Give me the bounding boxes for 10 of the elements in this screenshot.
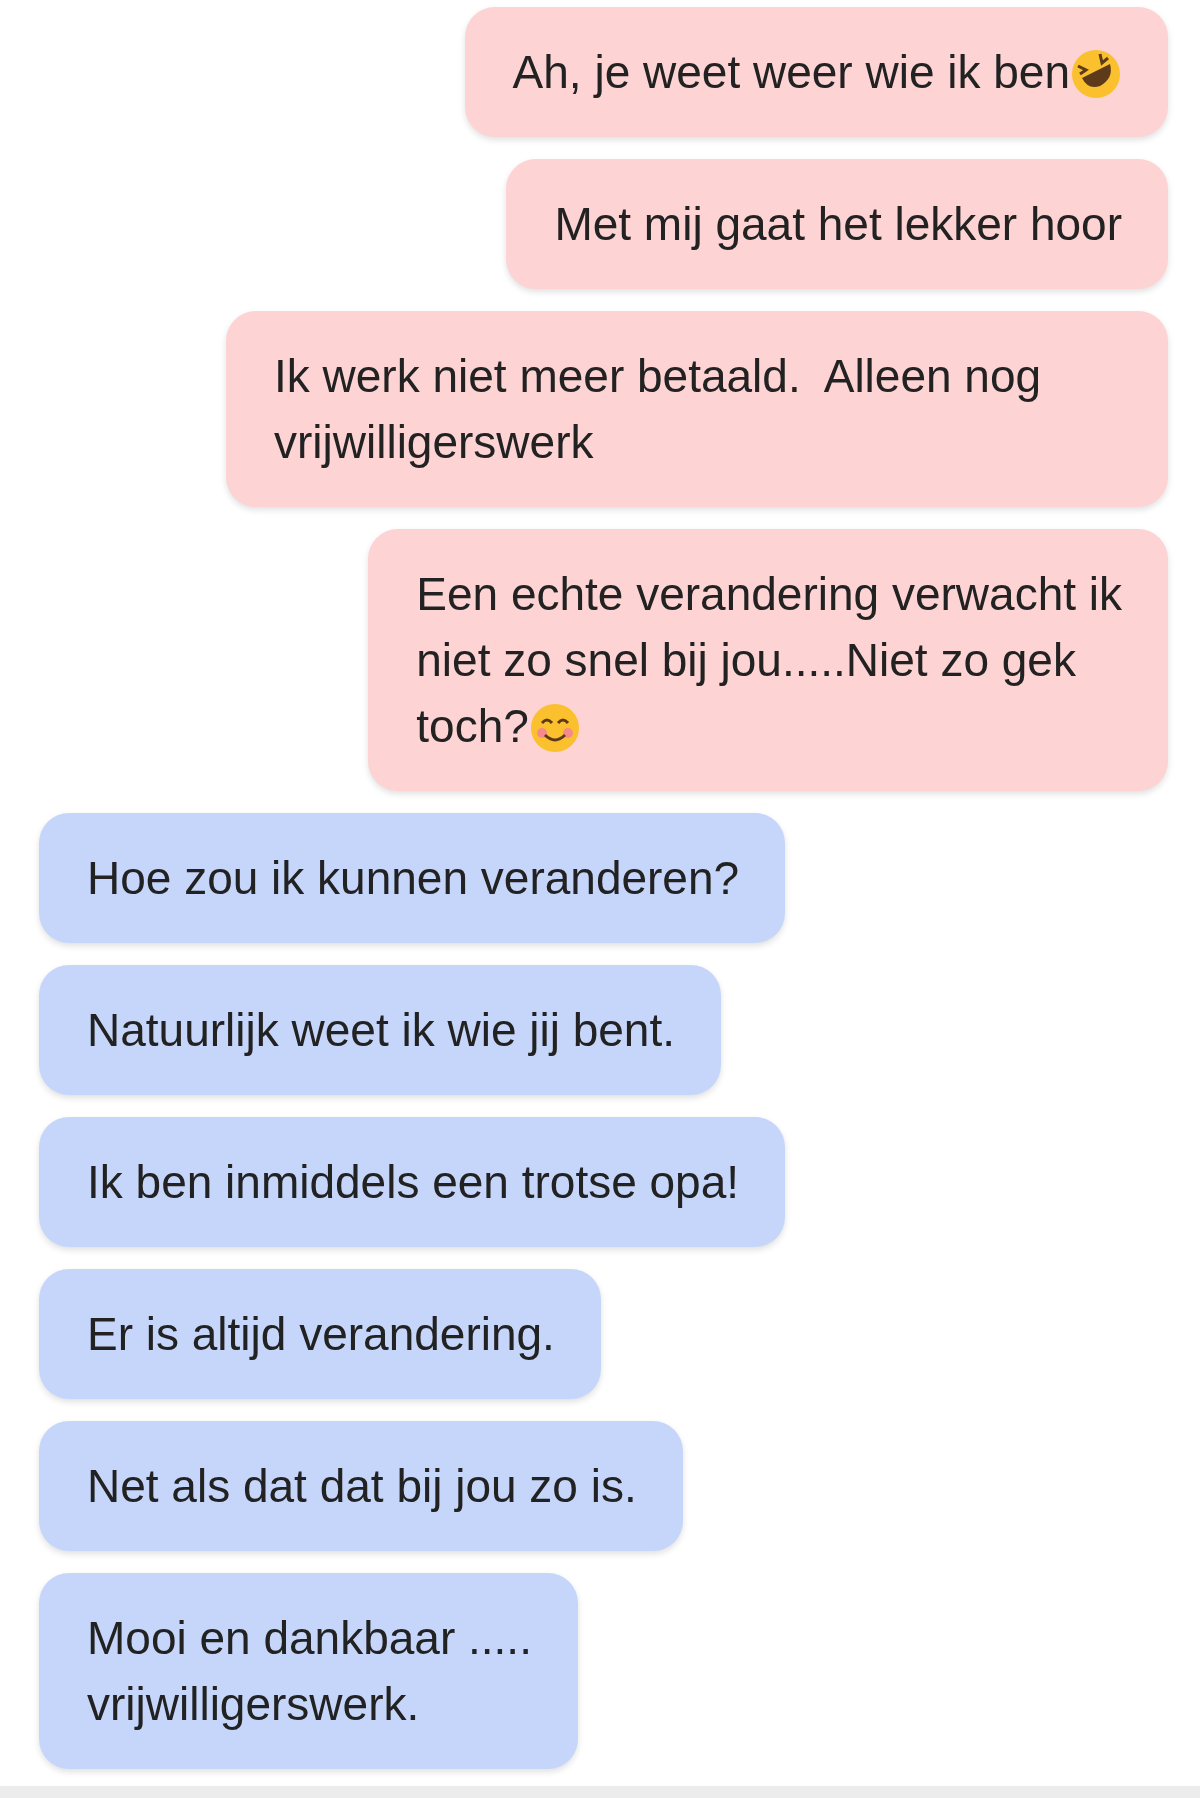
message-text: Net als dat dat bij jou zo is. (87, 1460, 637, 1512)
message-text: Ah, je weet weer wie ik ben (512, 46, 1070, 98)
message-text: Mooi en dankbaar ..... vrijwilligerswerk. (87, 1612, 532, 1730)
message-text: Hoe zou ik kunnen veranderen? (87, 852, 740, 904)
message-text: Natuurlijk weet ik wie jij bent. (87, 1004, 675, 1056)
message-text: Ik werk niet meer betaald. Alleen nog vrijwilligerswerk (274, 350, 1043, 468)
message-text: Ik ben inmiddels een trotse opa! (87, 1156, 740, 1208)
message-text: Met mij gaat het lekker hoor (554, 198, 1122, 250)
message-text: Er is altijd verandering. (87, 1308, 555, 1360)
message-text: Een echte verandering verwacht ik niet zo snel bij jou.....Niet zo gek toch? (416, 568, 1122, 752)
